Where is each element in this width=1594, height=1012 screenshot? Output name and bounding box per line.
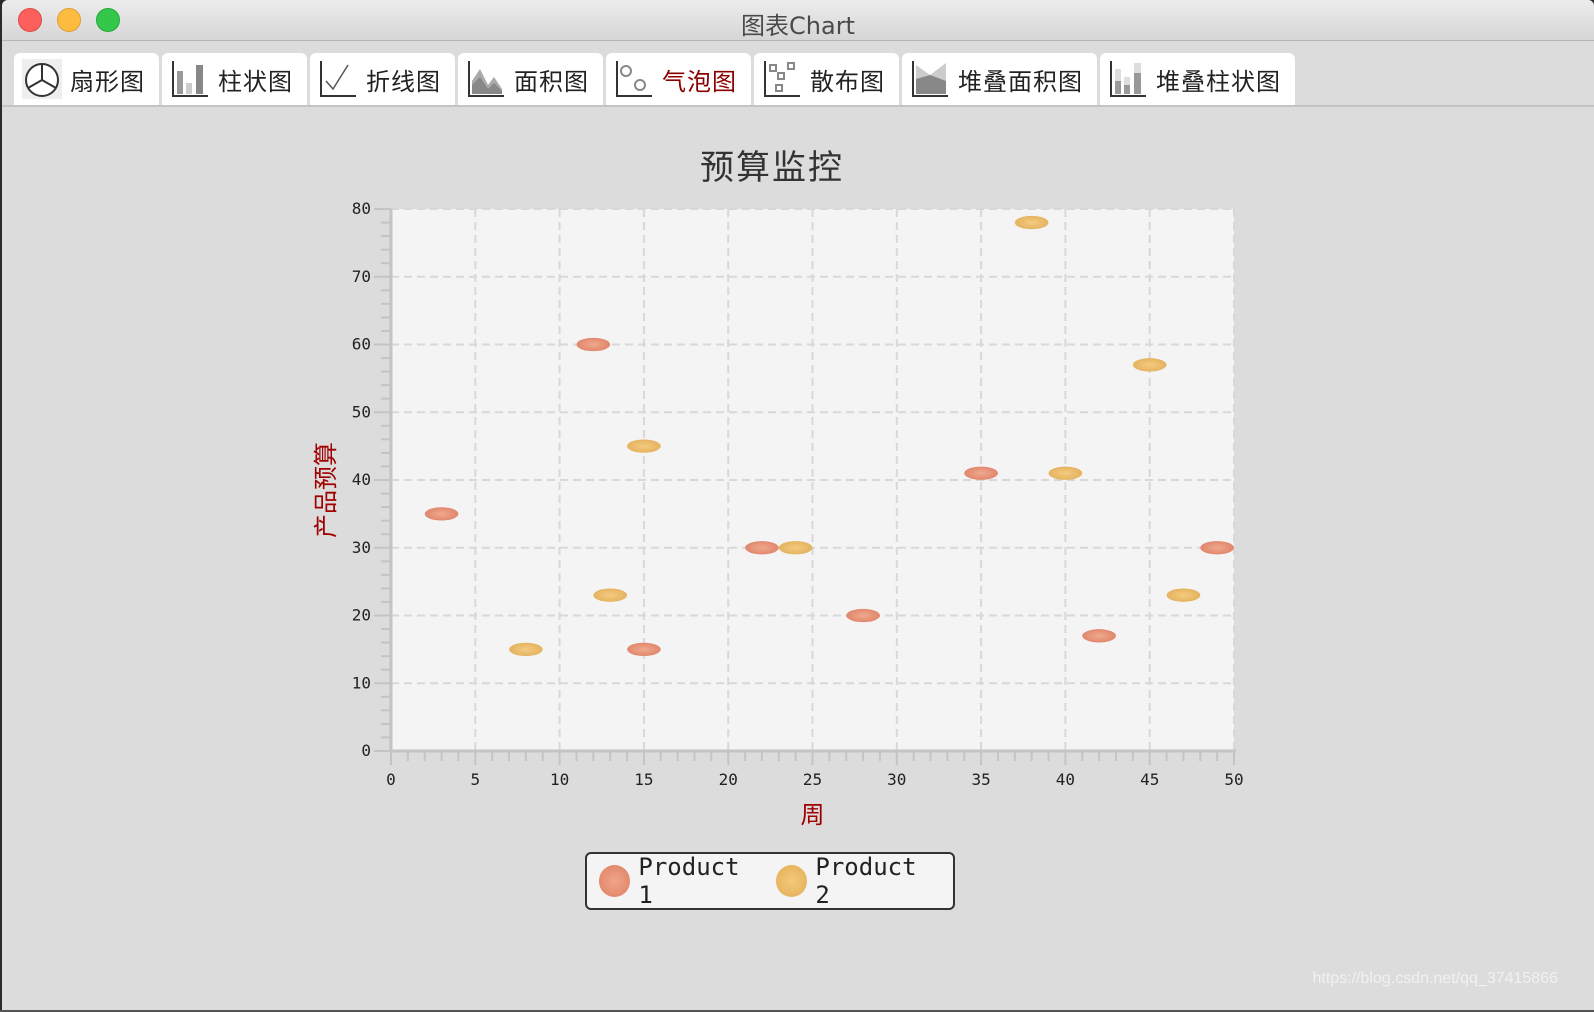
app-window: 图表Chart 扇形图 柱状图 折线图 面积图 气泡图 散布图 堆叠面积图 堆叠…: [2, 0, 1594, 1010]
x-tick-label: 10: [550, 770, 569, 789]
y-tick-label: 80: [352, 199, 371, 218]
bubble[interactable]: [1048, 466, 1083, 480]
x-axis-title: 周: [801, 801, 825, 829]
x-tick-label: 30: [887, 770, 906, 789]
x-tick-label: 5: [470, 770, 480, 789]
x-tick-label: 40: [1056, 770, 1075, 789]
bubble[interactable]: [424, 507, 459, 521]
bubble[interactable]: [1132, 358, 1167, 372]
y-tick-label: 20: [352, 606, 371, 625]
y-tick-label: 10: [352, 673, 371, 692]
x-tick-label: 50: [1224, 770, 1243, 789]
y-tick-label: 50: [352, 402, 371, 421]
legend-swatch-product-2: [776, 865, 808, 897]
legend-swatch-product-1: [599, 865, 631, 897]
bubble[interactable]: [627, 642, 661, 657]
legend-label: Product 2: [815, 853, 917, 909]
bubble[interactable]: [576, 337, 611, 352]
legend-item-product-2[interactable]: Product 2: [776, 853, 943, 909]
y-tick-label: 30: [352, 538, 371, 557]
x-tick-label: 45: [1140, 770, 1159, 789]
y-axis-title: 产品预算: [312, 442, 340, 538]
bubble[interactable]: [593, 588, 628, 602]
bubble[interactable]: [846, 608, 880, 623]
x-tick-label: 15: [634, 770, 653, 789]
x-tick-label: 20: [719, 770, 738, 789]
bubble[interactable]: [1082, 629, 1116, 643]
y-tick-label: 60: [352, 335, 371, 354]
y-tick-label: 40: [352, 470, 371, 489]
legend-item-product-1[interactable]: Product 1: [599, 853, 766, 909]
watermark: https://blog.csdn.net/qq_37415866: [1312, 970, 1558, 987]
bubble[interactable]: [964, 466, 998, 480]
legend: Product 1 Product 2: [585, 852, 955, 910]
y-tick-label: 0: [361, 741, 371, 760]
bubble[interactable]: [778, 541, 813, 555]
bubble[interactable]: [1014, 215, 1049, 230]
y-tick-label: 70: [352, 267, 371, 286]
bubble[interactable]: [745, 541, 779, 555]
bubble[interactable]: [1166, 588, 1201, 602]
x-tick-label: 0: [386, 770, 396, 789]
bubble[interactable]: [509, 642, 543, 657]
bubble[interactable]: [627, 439, 661, 453]
x-tick-label: 35: [971, 770, 990, 789]
bubble[interactable]: [1200, 541, 1234, 555]
legend-label: Product 1: [638, 853, 740, 909]
x-tick-label: 25: [803, 770, 822, 789]
